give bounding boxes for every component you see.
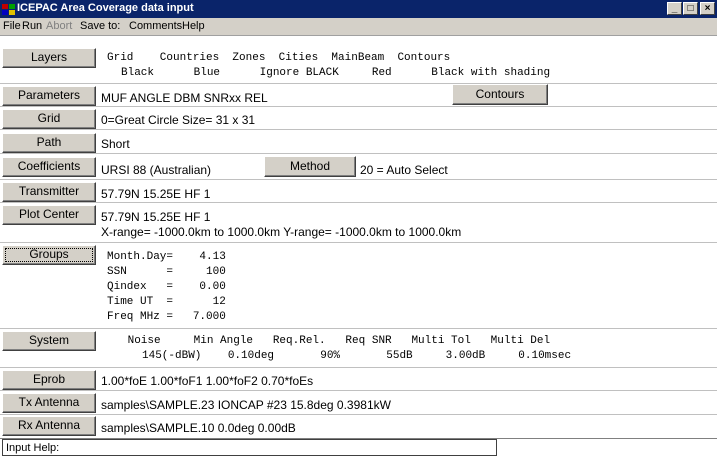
groups-button-label: Groups [29,247,69,261]
window-title: ICEPAC Area Coverage data input [17,2,194,14]
rx-antenna-button-label: Rx Antenna [17,418,81,432]
range-value: X-range= -1000.0km to 1000.0km Y-range= … [101,225,462,239]
coefficients-button[interactable]: Coefficients [2,157,96,177]
tx-antenna-button-label: Tx Antenna [18,395,80,409]
tx-antenna-button[interactable]: Tx Antenna [2,393,96,413]
separator [0,153,717,154]
system-button-label: System [28,333,69,347]
separator [0,390,717,391]
plot-center-value: 57.79N 15.25E HF 1 [101,210,211,224]
separator [0,106,717,107]
separator [0,179,717,180]
method-button-label: Method [289,159,331,173]
separator [0,414,717,415]
contours-button[interactable]: Contours [452,84,548,105]
tx-antenna-value: samples\SAMPLE.23 IONCAP #23 15.8deg 0.3… [101,398,391,412]
separator [0,202,717,203]
eprob-value: 1.00*foE 1.00*foF1 1.00*foF2 0.70*foEs [101,374,314,388]
groups-qindex: Qindex = 0.00 [107,281,226,293]
parameters-button-label: Parameters [17,88,81,102]
system-button[interactable]: System [2,331,96,351]
transmitter-button[interactable]: Transmitter [2,182,96,202]
method-value: 20 = Auto Select [360,163,448,177]
groups-ssn: SSN = 100 [107,266,226,278]
menu-file[interactable]: File [3,20,21,32]
separator [0,129,717,130]
menu-save-to[interactable]: Save to: [80,20,120,32]
system-header: Noise Min Angle Req.Rel. Req SNR Multi T… [121,335,551,347]
parameters-value: MUF ANGLE DBM SNRxx REL [101,91,268,105]
transmitter-value: 57.79N 15.25E HF 1 [101,187,211,201]
separator [0,328,717,329]
method-button[interactable]: Method [264,156,356,177]
separator [0,83,717,84]
separator [0,367,717,368]
contours-button-label: Contours [475,87,525,101]
grid-button-label: Grid [37,111,61,125]
plot-center-button-label: Plot Center [18,207,80,221]
minimize-button[interactable]: _ [667,2,682,15]
groups-button[interactable]: Groups [2,245,96,265]
coefficients-button-label: Coefficients [17,159,81,173]
separator [0,242,717,243]
layers-values: Black Blue Ignore BLACK Red Black with s… [121,67,551,79]
input-help-label: Input Help: [6,442,60,454]
coefficients-value: URSI 88 (Australian) [101,163,212,177]
groups-month-day: Month.Day= 4.13 [107,251,226,263]
groups-freq: Freq MHz = 7.000 [107,311,226,323]
input-help-box: Input Help: [2,439,497,456]
menu-help[interactable]: Help [182,20,205,32]
grid-value: 0=Great Circle Size= 31 x 31 [101,113,256,127]
app-icon [2,4,15,15]
plot-center-button[interactable]: Plot Center [2,205,96,225]
eprob-button[interactable]: Eprob [2,370,96,390]
rx-antenna-value: samples\SAMPLE.10 0.0deg 0.00dB [101,421,296,435]
grid-button[interactable]: Grid [2,109,96,129]
path-button[interactable]: Path [2,133,96,153]
groups-time-ut: Time UT = 12 [107,296,226,308]
transmitter-button-label: Transmitter [18,184,80,198]
menu-abort[interactable]: Abort [46,20,72,32]
path-value: Short [101,137,130,151]
title-bar: ICEPAC Area Coverage data input _ □ × [0,0,717,18]
maximize-button[interactable]: □ [683,2,698,15]
rx-antenna-button[interactable]: Rx Antenna [2,416,96,436]
menu-comments[interactable]: Comments [129,20,182,32]
system-values: 145(-dBW) 0.10deg 90% 55dB 3.00dB 0.10ms… [142,350,572,362]
menu-bar: File Run Abort Save to: Comments Help [0,18,717,36]
layers-button-label: Layers [30,50,68,64]
parameters-button[interactable]: Parameters [2,86,96,106]
close-button[interactable]: × [700,2,715,15]
path-button-label: Path [36,135,62,149]
layers-header: Grid Countries Zones Cities MainBeam Con… [107,52,451,64]
eprob-button-label: Eprob [32,372,66,386]
layers-button[interactable]: Layers [2,48,96,68]
menu-run[interactable]: Run [22,20,42,32]
